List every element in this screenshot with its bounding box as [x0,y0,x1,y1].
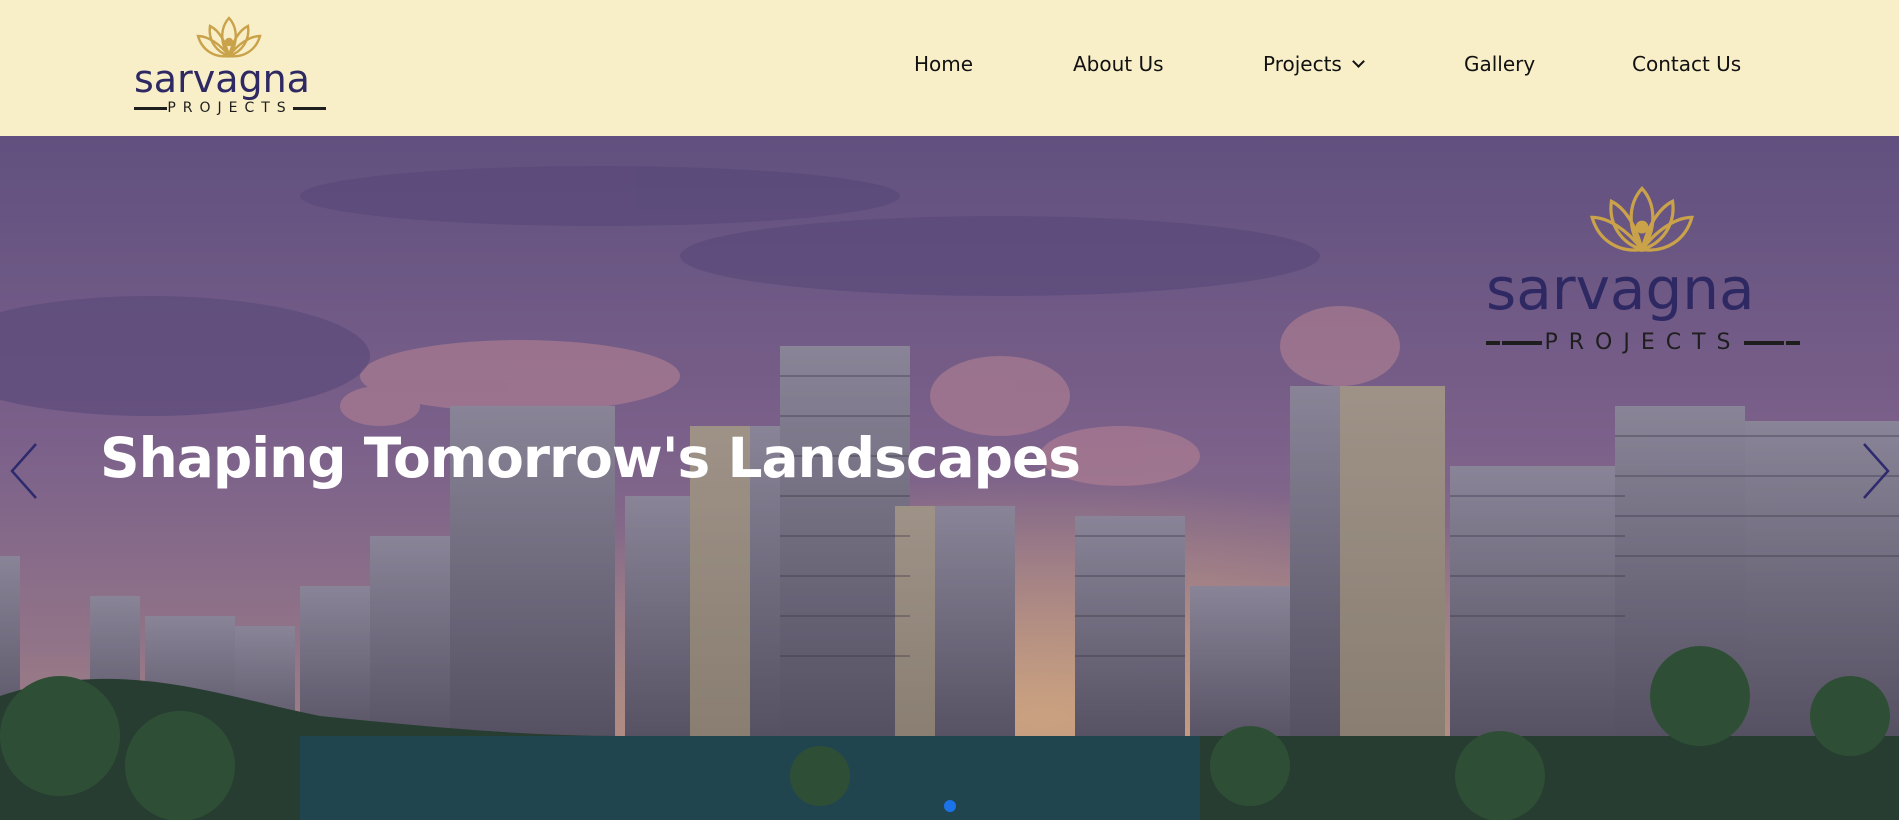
logo-tagline-text: PROJECTS [167,100,293,116]
main-navigation: Home About Us Projects Gallery Contact U… [0,52,1899,82]
nav-gallery[interactable]: Gallery [1464,52,1535,76]
carousel-prev-button[interactable] [4,436,44,506]
hero-brand-logo: sarvagna PROJECTS [1480,182,1810,362]
hero-logo-tagline-text: PROJECTS [1544,330,1742,355]
hero-logo-wordmark: sarvagna [1486,255,1755,323]
chevron-right-icon [1863,443,1890,499]
nav-contact-us[interactable]: Contact Us [1632,52,1741,76]
chevron-down-icon [1351,54,1365,68]
nav-about-us[interactable]: About Us [1073,52,1164,76]
carousel-next-button[interactable] [1856,436,1896,506]
lotus-logo-icon [1589,186,1695,253]
nav-home[interactable]: Home [914,52,973,76]
nav-projects[interactable]: Projects [1263,52,1365,76]
carousel-dot-active[interactable] [944,800,956,812]
chevron-left-icon [10,443,37,499]
nav-projects-label: Projects [1263,52,1342,76]
hero-logo-tagline: PROJECTS [1486,330,1800,355]
site-header: sarvagna PROJECTS Home About Us Projects… [0,0,1899,136]
logo-tagline: PROJECTS [134,100,327,116]
hero-carousel: sarvagna PROJECTS Shaping Tomorrow's Lan… [0,136,1899,820]
hero-title: Shaping Tomorrow's Landscapes [100,426,1081,490]
